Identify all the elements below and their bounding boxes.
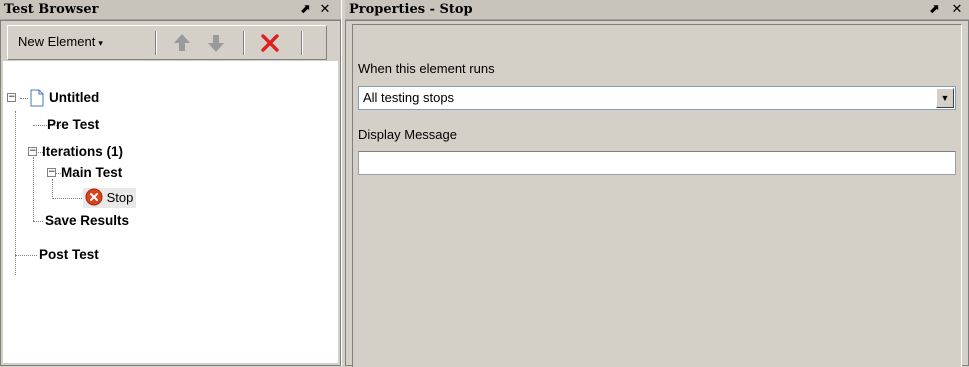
new-element-button[interactable]: New Element ▾ xyxy=(14,32,107,52)
test-browser-panel: Test Browser ⬈ ✕ New Element ▾ − Untitle… xyxy=(0,0,341,366)
close-icon[interactable]: ✕ xyxy=(949,1,965,18)
pin-icon[interactable]: ⬈ xyxy=(926,1,942,18)
tree-line xyxy=(52,198,82,199)
panel-title: Test Browser xyxy=(4,2,99,17)
panel-title: Properties - Stop xyxy=(349,2,473,17)
dropdown-arrow-icon[interactable]: ▼ xyxy=(936,88,954,108)
toolbar-separator xyxy=(243,31,245,55)
close-icon[interactable]: ✕ xyxy=(317,1,333,18)
when-runs-select[interactable]: All testing stops ▼ xyxy=(358,86,956,110)
toolbar-separator xyxy=(155,31,157,55)
new-element-label: New Element xyxy=(18,34,96,49)
stop-icon xyxy=(85,188,103,206)
arrow-down-icon[interactable] xyxy=(205,31,227,55)
properties-titlebar: Properties - Stop ⬈ ✕ xyxy=(345,0,969,20)
tree-line xyxy=(33,221,43,222)
test-browser-titlebar: Test Browser ⬈ ✕ xyxy=(0,0,341,20)
properties-body: When this element runs All testing stops… xyxy=(345,20,969,367)
tree-item-untitled[interactable]: Untitled xyxy=(49,89,99,107)
tree-item-main-test[interactable]: Main Test xyxy=(61,164,122,182)
tree-line xyxy=(15,255,37,256)
when-runs-value: All testing stops xyxy=(363,90,455,105)
collapse-toggle[interactable]: − xyxy=(7,93,16,102)
display-message-field[interactable] xyxy=(358,151,956,175)
toolbar-separator xyxy=(301,31,303,55)
tree-item-pre-test[interactable]: Pre Test xyxy=(47,116,99,134)
delete-icon[interactable] xyxy=(259,31,281,55)
tree-item-iterations[interactable]: Iterations (1) xyxy=(42,143,123,161)
tree-line xyxy=(20,98,28,99)
display-message-label: Display Message xyxy=(358,127,457,142)
toolbar: New Element ▾ xyxy=(7,25,327,60)
tree-item-stop-label: Stop xyxy=(106,190,134,205)
collapse-toggle[interactable]: − xyxy=(28,147,37,156)
tree-line xyxy=(15,111,16,275)
tree-item-stop[interactable]: Stop xyxy=(83,188,137,208)
tree-line xyxy=(33,157,34,221)
arrow-up-icon[interactable] xyxy=(171,31,193,55)
chevron-down-icon: ▾ xyxy=(98,38,103,48)
document-icon xyxy=(30,89,44,107)
properties-panel: Properties - Stop ⬈ ✕ When this element … xyxy=(345,0,969,367)
pin-icon[interactable]: ⬈ xyxy=(297,1,313,18)
tree-item-post-test[interactable]: Post Test xyxy=(39,246,99,264)
test-tree: − Untitled Pre Test − Iterations (1) − M… xyxy=(3,61,338,363)
tree-item-save-results[interactable]: Save Results xyxy=(45,212,129,230)
test-browser-body: New Element ▾ − Untitled Pre Test − Iter… xyxy=(0,20,341,366)
tree-line xyxy=(52,179,53,199)
collapse-toggle[interactable]: − xyxy=(47,168,56,177)
when-runs-label: When this element runs xyxy=(358,61,495,76)
